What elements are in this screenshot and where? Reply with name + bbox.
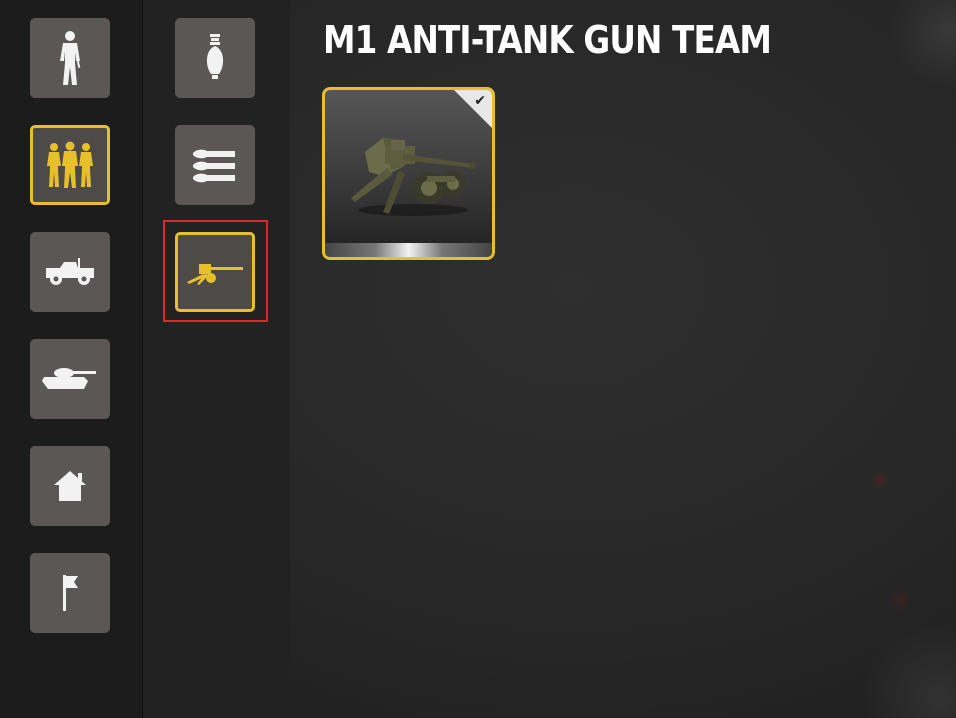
category-squad-button[interactable] xyxy=(30,125,110,205)
category-sidebar xyxy=(0,0,143,718)
unit-card-m1-anti-tank-gun[interactable]: ✔ xyxy=(322,87,495,260)
building-icon xyxy=(52,469,88,503)
flag-icon xyxy=(58,573,82,613)
squad-icon xyxy=(44,141,96,189)
subcategory-ammunition-button[interactable] xyxy=(175,125,255,205)
subcategory-mortar-button[interactable] xyxy=(175,18,255,98)
mortar-shell-icon xyxy=(203,32,227,84)
category-tank-button[interactable] xyxy=(30,339,110,419)
selected-corner xyxy=(454,90,492,128)
category-infantry-button[interactable] xyxy=(30,18,110,98)
unit-title: M1 ANTI-TANK GUN TEAM xyxy=(323,18,772,62)
category-building-button[interactable] xyxy=(30,446,110,526)
m1-anti-tank-gun-image xyxy=(343,120,483,220)
infantry-soldier-icon xyxy=(55,30,85,86)
tank-icon xyxy=(42,365,98,393)
ammunition-icon xyxy=(191,147,239,183)
selection-highlight-box xyxy=(163,220,268,322)
subcategory-sidebar xyxy=(143,0,290,718)
game-screen: M1 ANTI-TANK GUN TEAM ✔ xyxy=(0,0,956,718)
category-flag-button[interactable] xyxy=(30,553,110,633)
checkmark-icon: ✔ xyxy=(474,93,486,109)
jeep-icon xyxy=(42,256,98,288)
category-vehicle-button[interactable] xyxy=(30,232,110,312)
card-bottom-bar xyxy=(325,243,492,257)
